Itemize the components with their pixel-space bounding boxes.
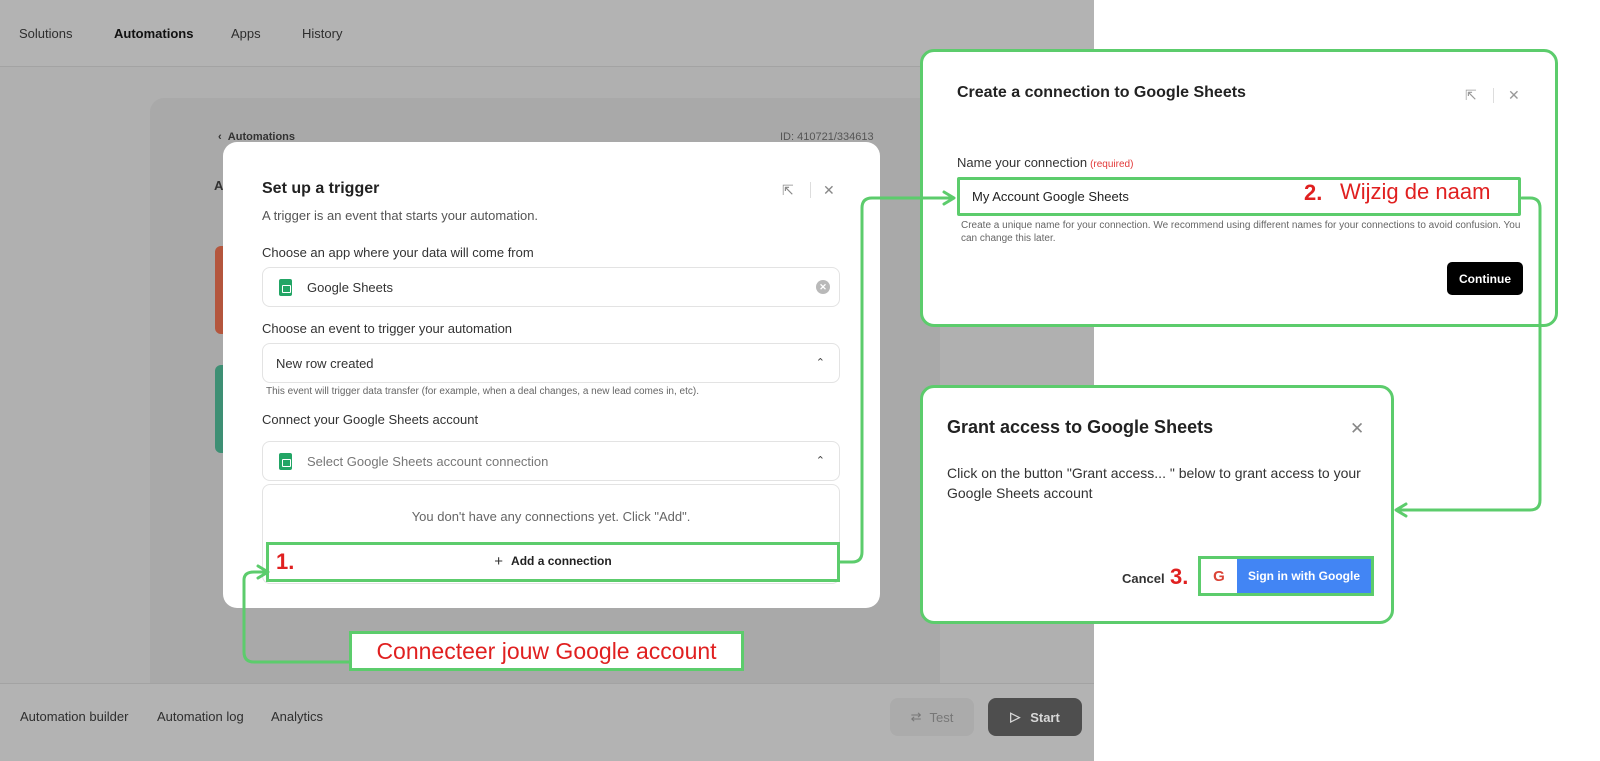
event-label: Choose an event to trigger your automati… [262, 321, 513, 336]
trigger-modal: Set up a trigger A trigger is an event t… [223, 142, 880, 608]
google-sheets-icon [279, 453, 292, 470]
continue-button[interactable]: Continue [1447, 262, 1523, 295]
modal-subtitle: A trigger is an event that starts your a… [262, 208, 539, 223]
account-select-placeholder: Select Google Sheets account connection [307, 454, 549, 469]
app-select-value: Google Sheets [307, 280, 394, 295]
bottom-bar: Automation builder Automation log Analyt… [0, 683, 1094, 761]
play-icon: ▷ [1010, 709, 1021, 724]
grant-access-modal: Grant access to Google Sheets ✕ Click on… [920, 385, 1394, 624]
tab-analytics[interactable]: Analytics [271, 709, 323, 724]
cancel-button[interactable]: Cancel [1122, 571, 1165, 586]
automation-heading: A [214, 178, 224, 193]
chevron-up-icon: ⌃ [815, 455, 825, 467]
nav-solutions[interactable]: Solutions [19, 26, 72, 41]
tab-automation-log[interactable]: Automation log [157, 709, 244, 724]
required-marker: (required) [1090, 159, 1134, 170]
tab-automation-builder[interactable]: Automation builder [20, 709, 128, 724]
collapse-icon[interactable]: ⇱ [782, 182, 794, 199]
connector-2-to-3-arrowhead [1394, 502, 1408, 518]
event-hint: This event will trigger data transfer (f… [266, 386, 699, 397]
close-icon[interactable]: ✕ [1508, 87, 1520, 104]
account-select[interactable]: Select Google Sheets account connection … [262, 441, 840, 481]
grant-modal-body: Click on the button "Grant access... " b… [947, 465, 1361, 501]
close-icon[interactable]: ✕ [823, 182, 835, 199]
connect-google-instruction: Connecteer jouw Google account [349, 631, 744, 671]
step-1-number: 1. [276, 549, 295, 574]
chevron-left-icon: ‹ [218, 131, 228, 143]
step-1-highlight [266, 542, 840, 582]
grant-modal-title: Grant access to Google Sheets [947, 417, 1214, 437]
collapse-icon[interactable]: ⇱ [1465, 87, 1477, 104]
chevron-up-icon: ⌃ [815, 357, 825, 369]
start-button[interactable]: ▷ Start [988, 698, 1082, 736]
swap-icon: ⇄ [910, 709, 922, 724]
nav-automations[interactable]: Automations [114, 26, 193, 41]
sign-in-with-google-button[interactable]: G Sign in with Google [1198, 556, 1374, 596]
header-divider [810, 182, 811, 198]
connection-name-help: Create a unique name for your connection… [961, 220, 1521, 244]
nav-apps[interactable]: Apps [231, 26, 261, 41]
nav-history[interactable]: History [302, 26, 342, 41]
account-label: Connect your Google Sheets account [262, 412, 479, 427]
step-2-number: 2. [1304, 180, 1323, 205]
google-sheets-icon [279, 279, 292, 296]
connection-name-label: Name your connection (required) [957, 155, 1133, 170]
test-button-label: Test [929, 709, 954, 725]
connection-name-label-text: Name your connection [957, 155, 1088, 170]
tutorial-screenshot: Solutions Automations Apps History ‹ Aut… [0, 0, 1600, 761]
event-select-value: New row created [276, 356, 374, 371]
clear-icon[interactable]: ✕ [816, 280, 830, 294]
event-select[interactable]: New row created ⌃ [262, 343, 840, 383]
close-icon[interactable]: ✕ [1350, 419, 1364, 439]
step-3-number: 3. [1170, 564, 1189, 589]
empty-connections-text: You don't have any connections yet. Clic… [411, 509, 691, 524]
connection-modal-title: Create a connection to Google Sheets [957, 84, 1246, 101]
start-button-label: Start [1030, 709, 1060, 725]
test-button[interactable]: ⇄ Test [890, 698, 974, 736]
app-label: Choose an app where your data will come … [262, 245, 534, 260]
google-g-icon: G [1201, 559, 1237, 593]
modal-title: Set up a trigger [262, 180, 380, 197]
step-2-instruction: Wijzig de naam [1340, 179, 1491, 204]
sign-in-with-google-label: Sign in with Google [1237, 559, 1371, 593]
app-select[interactable]: Google Sheets ✕ [262, 267, 840, 307]
header-divider [1493, 88, 1494, 103]
